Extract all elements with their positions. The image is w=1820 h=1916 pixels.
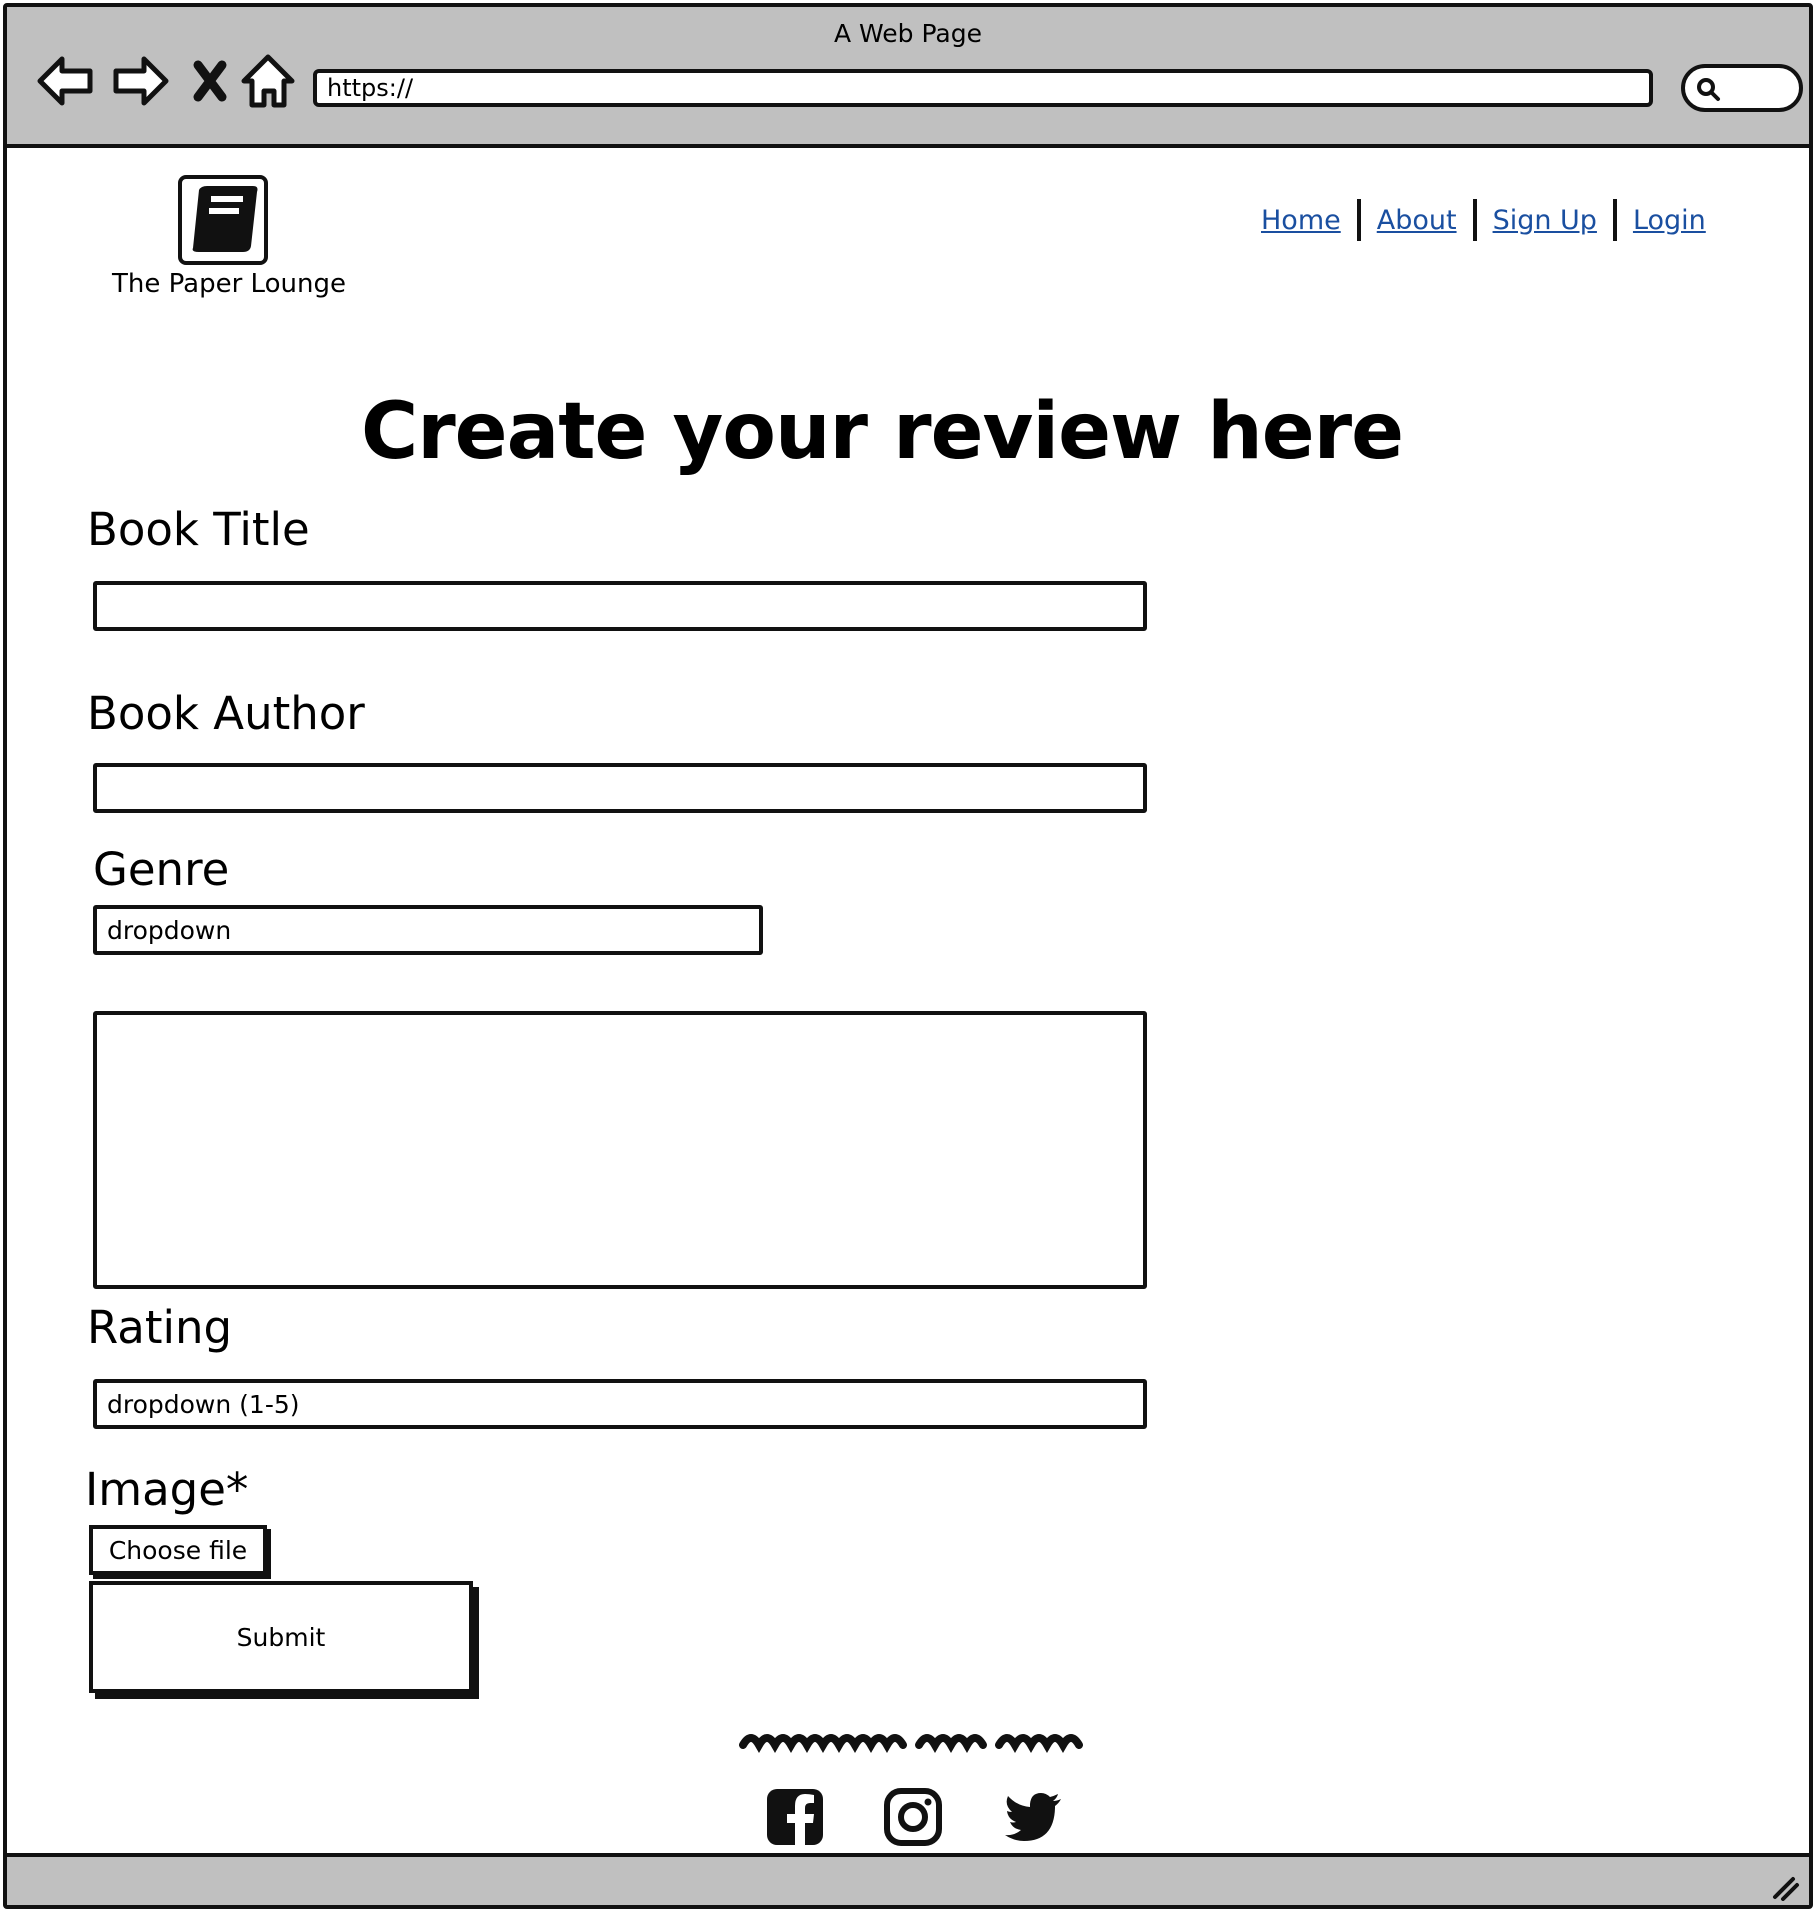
facebook-icon[interactable]: [765, 1787, 825, 1847]
page-title: Create your review here: [360, 387, 1404, 477]
nav-separator: [1472, 199, 1477, 241]
browser-window: A Web Page https:// The Paper Lounge Hom…: [3, 3, 1813, 1909]
home-icon[interactable]: [237, 51, 299, 111]
genre-select[interactable]: dropdown: [93, 905, 763, 955]
browser-titlebar: A Web Page https://: [7, 7, 1809, 148]
nav-link-home[interactable]: Home: [1261, 205, 1341, 236]
genre-label: Genre: [93, 843, 230, 896]
search-icon: [1697, 78, 1720, 101]
image-label: Image*: [85, 1463, 249, 1516]
back-arrow-icon[interactable]: [35, 51, 97, 111]
brand-name: The Paper Lounge: [112, 269, 346, 299]
nav-link-signup[interactable]: Sign Up: [1493, 205, 1597, 236]
submit-button[interactable]: Submit: [89, 1581, 473, 1693]
rating-label: Rating: [87, 1301, 233, 1354]
footer-scribble: [739, 1734, 1083, 1754]
close-icon[interactable]: [179, 51, 241, 111]
instagram-icon[interactable]: [883, 1787, 943, 1847]
nav-separator: [1356, 199, 1361, 241]
main-nav: Home About Sign Up Login: [1261, 199, 1706, 241]
book-title-input[interactable]: [93, 581, 1147, 631]
browser-search-field[interactable]: [1681, 64, 1803, 112]
rating-select[interactable]: dropdown (1-5): [93, 1379, 1147, 1429]
nav-separator: [1612, 199, 1617, 241]
twitter-icon[interactable]: [1003, 1787, 1063, 1847]
forward-arrow-icon[interactable]: [109, 51, 171, 111]
book-title-label: Book Title: [87, 503, 310, 556]
address-bar[interactable]: https://: [313, 69, 1653, 107]
browser-statusbar: [7, 1853, 1809, 1905]
resize-grip-icon[interactable]: [1767, 1871, 1801, 1901]
nav-link-login[interactable]: Login: [1633, 205, 1706, 236]
window-title: A Web Page: [833, 19, 983, 48]
book-icon: [178, 175, 268, 265]
review-textarea[interactable]: [93, 1011, 1147, 1289]
nav-link-about[interactable]: About: [1377, 205, 1457, 236]
choose-file-button[interactable]: Choose file: [89, 1525, 267, 1575]
book-author-input[interactable]: [93, 763, 1147, 813]
book-author-label: Book Author: [87, 687, 365, 740]
